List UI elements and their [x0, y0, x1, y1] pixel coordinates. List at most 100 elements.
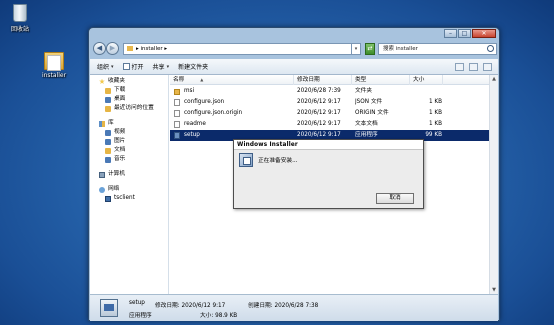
sidebar-item-music[interactable]: 音乐	[90, 155, 168, 164]
computer-icon	[99, 171, 105, 178]
column-header-name[interactable]: 名称 ▲	[170, 75, 294, 85]
scroll-down-icon[interactable]: ▼	[490, 286, 498, 294]
scroll-up-icon[interactable]: ▲	[490, 75, 498, 83]
organize-button[interactable]: 组织 ▾	[97, 62, 114, 72]
file-size: 1 KB	[428, 121, 442, 127]
file-name-cell: msi	[174, 86, 292, 97]
folder-icon	[44, 52, 64, 71]
file-name: configure.json	[184, 99, 225, 105]
sidebar-item-downloads[interactable]: 下载	[90, 86, 168, 95]
minimize-button[interactable]: –	[444, 29, 457, 38]
details-size: 大小: 98.9 KB	[200, 313, 238, 319]
network-computer-icon	[105, 195, 111, 202]
column-header-date[interactable]: 修改日期	[294, 75, 352, 85]
details-file-name: setup	[129, 300, 145, 306]
star-icon	[99, 78, 105, 84]
file-type: 文件夹	[355, 88, 373, 94]
file-icon	[174, 110, 180, 117]
sidebar-item-tsclient[interactable]: tsclient	[90, 194, 168, 203]
open-icon	[122, 63, 130, 70]
sidebar-item-computer[interactable]: 计算机	[90, 170, 168, 179]
downloads-icon	[105, 87, 111, 94]
details-pane: setup 应用程序 修改日期: 2020/6/12 9:17 大小: 98.9…	[90, 294, 498, 321]
breadcrumb-arrow[interactable]: ▸	[164, 46, 167, 52]
documents-icon	[105, 147, 111, 154]
view-options-icon[interactable]	[455, 62, 464, 71]
sidebar-item-label: 下载	[114, 87, 126, 93]
sidebar-item-network[interactable]: 网络	[90, 185, 168, 194]
vertical-scrollbar[interactable]: ▲ ▼	[489, 75, 498, 294]
close-button[interactable]: ✕	[472, 29, 496, 38]
search-placeholder: 搜索 installer	[383, 46, 418, 52]
file-name-cell: configure.json.origin	[174, 108, 292, 119]
command-bar: 组织 ▾ 打开 共享 ▾ 新建文件夹	[90, 59, 498, 75]
share-label: 共享	[152, 64, 165, 71]
sidebar-item-label: 网络	[108, 186, 120, 192]
file-name: setup	[184, 132, 200, 138]
details-file-type: 应用程序	[129, 313, 152, 319]
sidebar-item-label: 图片	[114, 138, 126, 144]
breadcrumb[interactable]: installer	[141, 46, 163, 52]
share-button[interactable]: 共享 ▾	[152, 62, 170, 72]
breadcrumb-prefix: ▸	[136, 46, 139, 52]
sort-ascending-icon: ▲	[200, 77, 204, 82]
file-date: 2020/6/12 9:17	[297, 121, 341, 127]
table-row[interactable]: msi 2020/6/28 7:39 文件夹	[170, 86, 489, 97]
sidebar-item-documents[interactable]: 文档	[90, 146, 168, 155]
installer-icon	[239, 153, 253, 167]
sidebar-item-recent[interactable]: 最近访问的位置	[90, 104, 168, 113]
sidebar-item-label: 最近访问的位置	[114, 105, 154, 111]
recycle-bin-icon	[13, 4, 27, 22]
desktop-icon-recycle-bin[interactable]: 回收站	[0, 4, 40, 33]
table-row[interactable]: configure.json 2020/6/12 9:17 JSON 文件 1 …	[170, 97, 489, 108]
back-button[interactable]: ◀	[93, 42, 106, 55]
sidebar-item-libraries[interactable]: 库	[90, 119, 168, 128]
address-dropdown-button[interactable]: ▾	[352, 43, 361, 55]
help-icon[interactable]	[483, 62, 492, 71]
maximize-button[interactable]: □	[458, 29, 471, 38]
desktop-icon-label: 回收站	[10, 26, 29, 33]
cancel-button[interactable]: 取消	[376, 193, 414, 204]
organize-label: 组织	[97, 64, 110, 71]
new-folder-button[interactable]: 新建文件夹	[178, 62, 208, 71]
sidebar-item-videos[interactable]: 视频	[90, 128, 168, 137]
folder-icon	[174, 88, 180, 95]
open-label: 打开	[131, 64, 144, 71]
desktop-icon-installer[interactable]: installer	[34, 52, 74, 79]
file-date: 2020/6/28 7:39	[297, 88, 341, 94]
file-name: configure.json.origin	[184, 110, 243, 116]
setup-icon	[174, 132, 180, 139]
address-bar[interactable]: ▸ installer ▸	[123, 43, 352, 55]
music-icon	[105, 156, 111, 163]
table-row[interactable]: readme 2020/6/12 9:17 文本文档 1 KB	[170, 119, 489, 130]
sidebar-item-favorites[interactable]: 收藏夹	[90, 77, 168, 86]
address-row: ◀ ▶ ▸ installer ▸ ▾ ⇄ 搜索 installer	[89, 40, 499, 58]
column-label: 名称	[173, 77, 185, 83]
sidebar-item-desktop[interactable]: 桌面	[90, 95, 168, 104]
network-icon	[99, 186, 105, 193]
preview-pane-icon[interactable]	[469, 62, 478, 71]
file-type: JSON 文件	[355, 99, 383, 105]
file-name-cell: configure.json	[174, 97, 292, 108]
file-name: readme	[184, 121, 206, 127]
sidebar-item-label: 桌面	[114, 96, 126, 102]
search-input[interactable]: 搜索 installer	[378, 43, 497, 55]
refresh-button[interactable]: ⇄	[365, 43, 375, 55]
file-size: 1 KB	[428, 99, 442, 105]
pictures-icon	[105, 138, 111, 145]
column-headers: 名称 ▲ 修改日期 类型 大小	[170, 75, 489, 85]
sidebar-item-label: 收藏夹	[108, 78, 126, 84]
recent-places-icon	[105, 105, 111, 112]
sidebar-item-label: tsclient	[114, 195, 135, 201]
sidebar-item-pictures[interactable]: 图片	[90, 137, 168, 146]
forward-button[interactable]: ▶	[106, 42, 119, 55]
column-header-type[interactable]: 类型	[352, 75, 410, 85]
search-icon[interactable]	[487, 45, 494, 52]
text-file-icon	[174, 121, 180, 128]
file-type: ORIGIN 文件	[355, 110, 389, 116]
sidebar-item-label: 文档	[114, 147, 126, 153]
table-row[interactable]: configure.json.origin 2020/6/12 9:17 ORI…	[170, 108, 489, 119]
open-button[interactable]: 打开	[122, 62, 144, 71]
column-header-size[interactable]: 大小	[410, 75, 443, 85]
sidebar-item-label: 计算机	[108, 171, 126, 177]
